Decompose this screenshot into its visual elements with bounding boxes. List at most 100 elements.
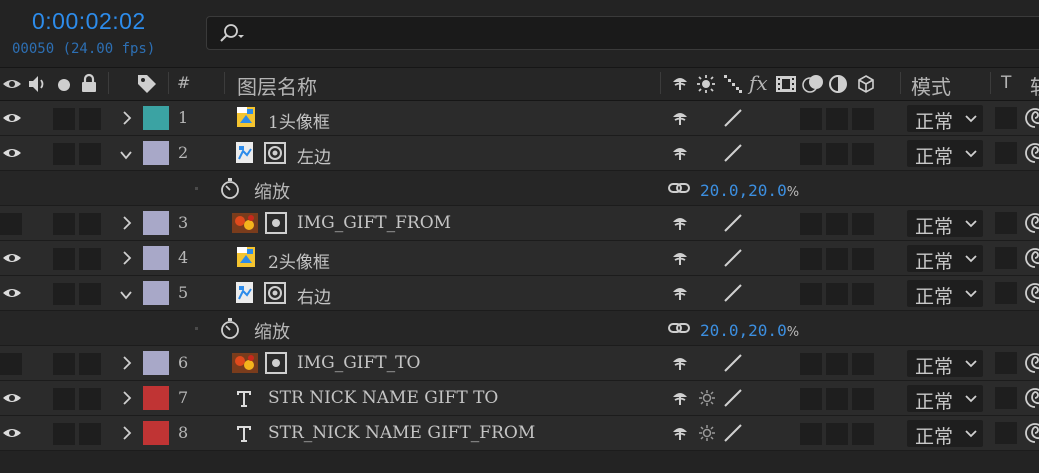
- 3d-layer-switch[interactable]: [852, 108, 874, 130]
- quality-switch-icon[interactable]: [722, 387, 744, 409]
- frame-blend-icon[interactable]: [775, 74, 797, 94]
- quality-switch-icon[interactable]: [722, 352, 744, 374]
- lock-icon[interactable]: [80, 73, 98, 93]
- track-matte-pickwhip-icon[interactable]: [1025, 212, 1039, 234]
- track-matte-pickwhip-icon[interactable]: [1025, 282, 1039, 304]
- search-icon[interactable]: [216, 22, 246, 44]
- 3d-layer-icon[interactable]: [856, 74, 876, 94]
- current-time-display[interactable]: 0:00:02:02: [32, 8, 146, 35]
- property-value[interactable]: 20.0,20.0%: [700, 321, 799, 340]
- eye-icon[interactable]: [2, 286, 22, 300]
- chevron-right-icon[interactable]: [121, 215, 133, 231]
- lock-toggle[interactable]: [79, 213, 101, 235]
- adjustment-layer-icon[interactable]: [828, 74, 848, 94]
- chevron-down-icon[interactable]: [965, 359, 977, 369]
- solo-toggle[interactable]: [53, 283, 75, 305]
- quality-switch-icon[interactable]: [722, 107, 744, 129]
- lock-toggle[interactable]: [79, 423, 101, 445]
- preserve-transparency-toggle[interactable]: [995, 422, 1017, 444]
- effects-switch[interactable]: [800, 108, 822, 130]
- effects-switch[interactable]: [800, 143, 822, 165]
- 3d-layer-switch[interactable]: [852, 283, 874, 305]
- chevron-down-icon[interactable]: [965, 429, 977, 439]
- solo-toggle[interactable]: [53, 143, 75, 165]
- solo-toggle[interactable]: [53, 388, 75, 410]
- 3d-layer-switch[interactable]: [852, 213, 874, 235]
- preserve-transparency-toggle[interactable]: [995, 212, 1017, 234]
- search-input[interactable]: [206, 16, 1039, 50]
- 3d-layer-switch[interactable]: [852, 423, 874, 445]
- layer-name[interactable]: 左边: [297, 143, 331, 168]
- effects-switch[interactable]: [800, 248, 822, 270]
- effects-switch[interactable]: [800, 283, 822, 305]
- layer-name[interactable]: IMG_GIFT_FROM: [297, 213, 451, 233]
- chevron-down-icon[interactable]: [965, 289, 977, 299]
- preserve-transparency-toggle[interactable]: [995, 282, 1017, 304]
- solo-icon[interactable]: [58, 79, 70, 91]
- stopwatch-icon[interactable]: [219, 177, 241, 199]
- stopwatch-icon[interactable]: [219, 317, 241, 339]
- lock-toggle[interactable]: [79, 108, 101, 130]
- eye-icon[interactable]: [2, 426, 22, 440]
- preserve-transparency-toggle[interactable]: [995, 247, 1017, 269]
- collapse-transform-switch-icon[interactable]: [698, 389, 716, 407]
- eye-icon[interactable]: [2, 111, 22, 125]
- track-matte-pickwhip-icon[interactable]: [1025, 352, 1039, 374]
- 3d-layer-switch[interactable]: [852, 248, 874, 270]
- track-matte-pickwhip-icon[interactable]: [1025, 107, 1039, 129]
- blend-mode-dropdown[interactable]: 正常: [907, 105, 983, 133]
- layer-name[interactable]: 1头像框: [268, 108, 330, 133]
- label-color-swatch[interactable]: [143, 211, 169, 235]
- chevron-right-icon[interactable]: [121, 390, 133, 406]
- layer-row[interactable]: 6 IMG_GIFT_TO 正常: [0, 346, 1039, 381]
- preserve-transparency-toggle[interactable]: [995, 387, 1017, 409]
- label-color-swatch[interactable]: [143, 141, 169, 165]
- constrain-proportions-link-icon[interactable]: [668, 179, 690, 197]
- frame-blend-switch[interactable]: [826, 248, 848, 270]
- blend-mode-dropdown[interactable]: 正常: [907, 385, 983, 413]
- frame-blend-switch[interactable]: [826, 213, 848, 235]
- shy-switch-icon[interactable]: [670, 213, 690, 233]
- effects-switch[interactable]: [800, 423, 822, 445]
- layer-name[interactable]: STR NICK NAME GIFT TO: [268, 388, 498, 408]
- lock-toggle[interactable]: [79, 388, 101, 410]
- quality-switch-icon[interactable]: [722, 212, 744, 234]
- layer-row[interactable]: 2 左边 正常: [0, 136, 1039, 171]
- eye-icon[interactable]: [2, 391, 22, 405]
- shy-switch-icon[interactable]: [670, 108, 690, 128]
- label-color-swatch[interactable]: [143, 246, 169, 270]
- chevron-down-icon[interactable]: [120, 147, 132, 163]
- effects-switch[interactable]: [800, 353, 822, 375]
- property-value-number[interactable]: 20.0,20.0: [700, 181, 787, 200]
- shy-switch-icon[interactable]: [670, 283, 690, 303]
- header-track-matte-t[interactable]: T: [1001, 73, 1011, 93]
- track-matte-pickwhip-icon[interactable]: [1025, 247, 1039, 269]
- chevron-down-icon[interactable]: [965, 254, 977, 264]
- motion-blur-icon[interactable]: [801, 73, 825, 95]
- constrain-proportions-link-icon[interactable]: [668, 319, 690, 337]
- chevron-down-icon[interactable]: [965, 114, 977, 124]
- chevron-right-icon[interactable]: [121, 110, 133, 126]
- frame-blend-switch[interactable]: [826, 108, 848, 130]
- shy-icon[interactable]: [670, 73, 690, 93]
- blend-mode-dropdown[interactable]: 正常: [907, 210, 983, 238]
- track-matte-pickwhip-icon[interactable]: [1025, 142, 1039, 164]
- shy-switch-icon[interactable]: [670, 143, 690, 163]
- lock-toggle[interactable]: [79, 353, 101, 375]
- eye-icon[interactable]: [2, 76, 22, 92]
- track-matte-pickwhip-icon[interactable]: [1025, 387, 1039, 409]
- chevron-right-icon[interactable]: [121, 425, 133, 441]
- shy-switch-icon[interactable]: [670, 423, 690, 443]
- solo-toggle[interactable]: [53, 353, 75, 375]
- quality-switch-icon[interactable]: [722, 142, 744, 164]
- solo-toggle[interactable]: [53, 248, 75, 270]
- label-color-swatch[interactable]: [143, 421, 169, 445]
- frame-blend-switch[interactable]: [826, 283, 848, 305]
- layer-row[interactable]: 3 IMG_GIFT_FROM 正常: [0, 206, 1039, 241]
- visibility-toggle[interactable]: [0, 353, 22, 375]
- blend-mode-dropdown[interactable]: 正常: [907, 140, 983, 168]
- lock-toggle[interactable]: [79, 283, 101, 305]
- collapse-transform-icon[interactable]: [697, 75, 715, 93]
- layer-name[interactable]: 右边: [297, 283, 331, 308]
- property-row[interactable]: 缩放 20.0,20.0%: [0, 311, 1039, 346]
